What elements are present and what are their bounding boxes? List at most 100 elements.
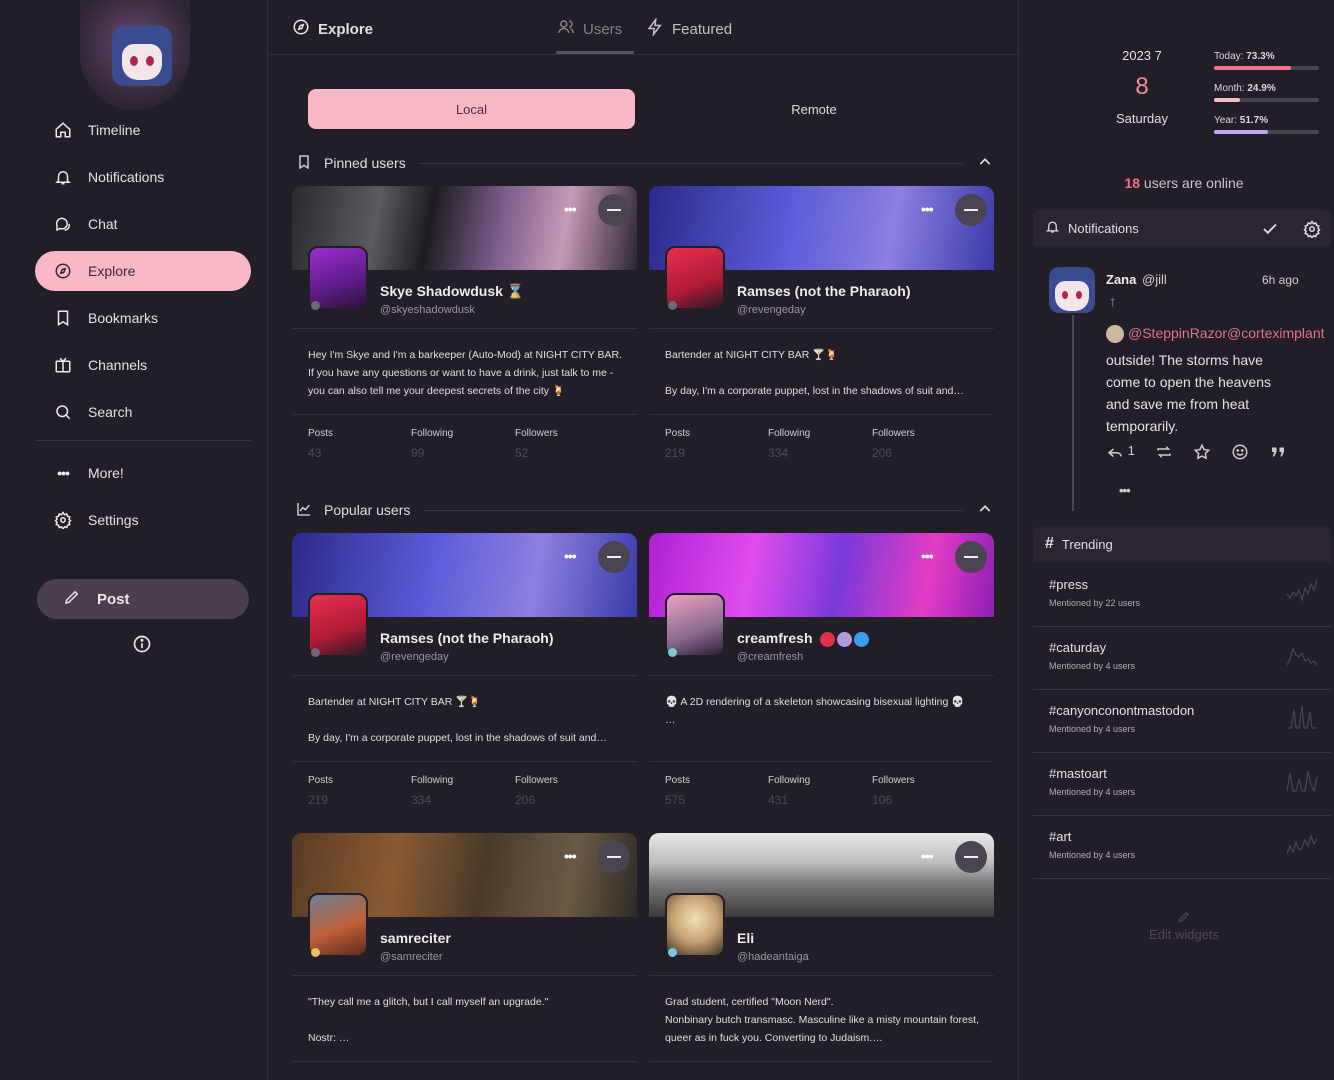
trend-tag[interactable]: #press bbox=[1049, 577, 1088, 592]
trend-item[interactable]: #press Mentioned by 22 users bbox=[1033, 564, 1331, 627]
reply-count: 1 bbox=[1127, 443, 1135, 458]
nav-timeline[interactable]: Timeline bbox=[35, 110, 251, 150]
more-dots-icon[interactable]: ••• bbox=[1119, 483, 1131, 498]
tab-featured[interactable]: Featured bbox=[646, 16, 732, 40]
user-card[interactable]: ••• Ramses (not the Pharaoh) @revengeday… bbox=[292, 533, 637, 818]
emoji-react-icon[interactable] bbox=[1231, 443, 1249, 464]
progress-today: Today: 73.3% bbox=[1214, 51, 1319, 70]
chevron-up-icon[interactable] bbox=[977, 154, 993, 173]
unfollow-button[interactable] bbox=[598, 841, 630, 873]
remote-button[interactable]: Remote bbox=[658, 89, 970, 129]
nav-settings[interactable]: Settings bbox=[35, 500, 251, 540]
divider bbox=[649, 328, 994, 329]
divider bbox=[292, 1061, 637, 1062]
nav-search[interactable]: Search bbox=[35, 392, 251, 432]
nav-explore[interactable]: Explore bbox=[35, 251, 251, 291]
user-card[interactable]: ••• Eli @hadeantaiga Grad student, certi… bbox=[649, 833, 994, 1080]
nav-bookmarks[interactable]: Bookmarks bbox=[35, 298, 251, 338]
info-icon[interactable] bbox=[132, 634, 152, 654]
notifications-widget-header: Notifications bbox=[1033, 210, 1331, 246]
compass-icon bbox=[292, 18, 310, 40]
more-dots-icon[interactable]: ••• bbox=[564, 848, 588, 864]
trend-mentions: Mentioned by 4 users bbox=[1049, 787, 1136, 797]
post-button[interactable]: Post bbox=[37, 579, 249, 619]
gear-icon[interactable] bbox=[1303, 220, 1321, 241]
nav-channels[interactable]: Channels bbox=[35, 345, 251, 385]
notif-user-name[interactable]: Zana bbox=[1106, 272, 1136, 287]
trend-tag[interactable]: #canyonconontmastodon bbox=[1049, 703, 1194, 718]
popular-users-header[interactable]: Popular users bbox=[296, 498, 993, 522]
trend-tag[interactable]: #caturday bbox=[1049, 640, 1106, 655]
trend-mentions: Mentioned by 22 users bbox=[1049, 598, 1141, 608]
followers-label: Followers bbox=[515, 775, 558, 786]
unfollow-button[interactable] bbox=[598, 541, 630, 573]
pinned-users-header[interactable]: Pinned users bbox=[296, 151, 993, 175]
user-handle: @revengeday bbox=[737, 304, 806, 316]
progress-value: 73.3% bbox=[1246, 51, 1275, 62]
nav-more[interactable]: ••• More! bbox=[35, 453, 251, 493]
user-card[interactable]: ••• Ramses (not the Pharaoh) @revengeday… bbox=[649, 186, 994, 471]
user-card[interactable]: ••• creamfresh @creamfresh 💀 A 2D render… bbox=[649, 533, 994, 818]
check-icon[interactable] bbox=[1261, 220, 1279, 241]
more-dots-icon[interactable]: ••• bbox=[564, 201, 588, 217]
local-button[interactable]: Local bbox=[308, 89, 635, 129]
progress-value: 51.7% bbox=[1239, 115, 1269, 126]
user-name[interactable]: creamfresh bbox=[737, 630, 870, 647]
home-icon bbox=[53, 120, 73, 140]
nav-channels-label: Channels bbox=[88, 357, 148, 373]
trend-tag[interactable]: #art bbox=[1049, 829, 1071, 844]
nav-timeline-label: Timeline bbox=[88, 122, 141, 138]
user-name[interactable]: Eli bbox=[737, 930, 754, 946]
user-bio: Grad student, certified "Moon Nerd". Non… bbox=[665, 996, 979, 1044]
notif-actions: 1 bbox=[1106, 443, 1287, 464]
posts-count: 575 bbox=[665, 793, 686, 807]
nav-bookmarks-label: Bookmarks bbox=[88, 310, 159, 326]
unfollow-button[interactable] bbox=[955, 841, 987, 873]
more-dots-icon[interactable]: ••• bbox=[921, 201, 945, 217]
user-name[interactable]: Ramses (not the Pharaoh) bbox=[737, 283, 910, 299]
more-dots-icon[interactable]: ••• bbox=[564, 548, 588, 564]
trend-item[interactable]: #caturday Mentioned by 4 users bbox=[1033, 627, 1331, 690]
user-card[interactable]: ••• samreciter @samreciter "They call me… bbox=[292, 833, 637, 1080]
mention-link[interactable]: @SteppinRazor@corteximplant bbox=[1106, 325, 1325, 344]
unfollow-button[interactable] bbox=[598, 194, 630, 226]
nav-notifications[interactable]: Notifications bbox=[35, 157, 251, 197]
trend-item[interactable]: #mastoart Mentioned by 4 users bbox=[1033, 753, 1331, 816]
edit-widgets-button[interactable]: Edit widgets bbox=[1019, 910, 1334, 942]
divider bbox=[419, 162, 963, 164]
user-name[interactable]: samreciter bbox=[380, 930, 451, 946]
hashtag-icon: # bbox=[1045, 535, 1054, 552]
notification-item[interactable]: Zana @jill 6h ago @SteppinRazor@cortexim… bbox=[1033, 247, 1331, 513]
boost-icon[interactable] bbox=[1155, 443, 1173, 464]
avatar[interactable] bbox=[1049, 267, 1095, 313]
trend-sparkline bbox=[1287, 647, 1318, 666]
notif-time: 6h ago bbox=[1262, 273, 1299, 287]
unfollow-button[interactable] bbox=[955, 541, 987, 573]
more-dots-icon[interactable]: ••• bbox=[921, 548, 945, 564]
posts-label: Posts bbox=[665, 775, 691, 786]
reply-button[interactable]: 1 bbox=[1106, 443, 1135, 464]
nav-chat[interactable]: Chat bbox=[35, 204, 251, 244]
quote-icon[interactable] bbox=[1269, 443, 1287, 464]
posts-count: 43 bbox=[308, 446, 322, 460]
trend-tag[interactable]: #mastoart bbox=[1049, 766, 1107, 781]
unfollow-button[interactable] bbox=[955, 194, 987, 226]
account-avatar[interactable] bbox=[112, 26, 172, 86]
progress-fill bbox=[1214, 130, 1269, 134]
user-name[interactable]: Ramses (not the Pharaoh) bbox=[380, 630, 553, 646]
page-header: Explore Users Featured bbox=[268, 0, 1018, 55]
trend-item[interactable]: #art Mentioned by 4 users bbox=[1033, 816, 1331, 879]
bell-icon bbox=[53, 167, 73, 187]
mention-text: @SteppinRazor@corteximplant bbox=[1128, 325, 1325, 341]
more-dots-icon[interactable]: ••• bbox=[921, 848, 945, 864]
trend-item[interactable]: #canyonconontmastodon Mentioned by 4 use… bbox=[1033, 690, 1331, 753]
user-name[interactable]: Skye Shadowdusk ⌛ bbox=[380, 283, 524, 300]
user-card[interactable]: ••• Skye Shadowdusk ⌛ @skyeshadowdusk He… bbox=[292, 186, 637, 471]
divider bbox=[292, 675, 637, 676]
followers-count: 206 bbox=[515, 793, 536, 807]
divider bbox=[649, 414, 994, 415]
tab-users[interactable]: Users bbox=[556, 18, 634, 54]
chevron-up-icon[interactable] bbox=[977, 501, 993, 520]
star-icon[interactable] bbox=[1193, 443, 1211, 464]
bell-icon bbox=[1045, 219, 1060, 237]
